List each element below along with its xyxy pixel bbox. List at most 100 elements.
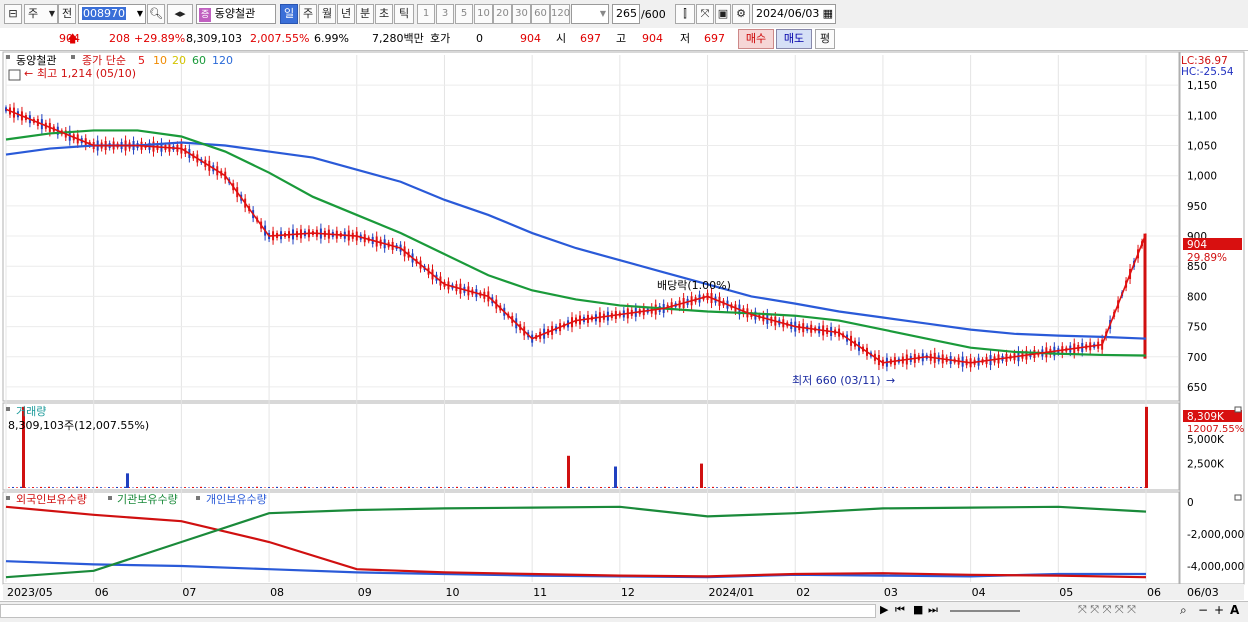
tab-day[interactable]: 일: [280, 4, 298, 24]
horizontal-scrollbar[interactable]: [0, 604, 876, 618]
candle-type-icon[interactable]: ⫿: [675, 4, 695, 24]
volume-bar: [1016, 487, 1018, 488]
volume-bar: [960, 487, 962, 488]
prev-button[interactable]: 전: [58, 4, 76, 24]
volume-bar: [176, 487, 178, 488]
tab-second[interactable]: 초: [375, 4, 393, 24]
gear-icon[interactable]: ⚙: [732, 4, 750, 24]
volume-bar: [908, 487, 910, 488]
calendar-icon[interactable]: ▦: [823, 5, 833, 23]
tab-month[interactable]: 월: [318, 4, 336, 24]
interval-60-button[interactable]: 60: [531, 4, 550, 24]
sell-button[interactable]: 매도: [776, 29, 812, 49]
price-change-rate: +29.89%: [134, 31, 185, 47]
volume-bar: [116, 487, 118, 488]
buy-button[interactable]: 매수: [738, 29, 774, 49]
volume-bar: [600, 487, 602, 488]
volume-bar: [32, 487, 34, 488]
volume-bar: [376, 487, 378, 488]
volume-bar: [856, 487, 858, 488]
stop-icon[interactable]: ■: [913, 603, 923, 616]
volume-bar: [804, 487, 806, 488]
interval-5-button[interactable]: 5: [455, 4, 473, 24]
interval-30-button[interactable]: 30: [512, 4, 531, 24]
volume-bar: [396, 487, 398, 488]
chevron-down-icon: ▼: [137, 5, 143, 23]
volume-bar: [36, 487, 38, 488]
right-arrow-icon: →: [886, 374, 895, 387]
volume-spike: [1145, 407, 1148, 488]
interval-20-button[interactable]: 20: [493, 4, 512, 24]
stock-name-field[interactable]: 증 동양철관: [196, 4, 276, 24]
tab-year[interactable]: 년: [337, 4, 355, 24]
drawing-tools-icon[interactable]: ⤧ ⤧ ⤧ ⤧ ⤧: [1078, 603, 1136, 617]
save-icon[interactable]: ▣: [715, 4, 731, 24]
volume-bar: [1124, 487, 1126, 488]
tab-week[interactable]: 주: [299, 4, 317, 24]
volume-bar: [524, 487, 526, 488]
font-size-icon[interactable]: A: [1230, 603, 1239, 617]
stock-code-input[interactable]: 008970▼: [78, 4, 146, 24]
volume-bar: [428, 487, 430, 488]
volume-bar: [264, 487, 266, 488]
foreign-legend: 외국인보유수량: [16, 493, 87, 506]
volume-bar: [448, 487, 450, 488]
x-tick-label: 2023/05: [7, 586, 53, 599]
crosshair-icon[interactable]: ⤧: [696, 4, 714, 24]
trade-amount: 7,280백만: [372, 31, 424, 47]
high-price: 904: [642, 31, 663, 47]
volume-bar: [876, 487, 878, 488]
chevron-down-icon: ▼: [600, 5, 606, 23]
up-arrow-icon: 🡅: [67, 31, 78, 47]
fast-forward-icon[interactable]: ⏭: [928, 603, 938, 617]
avg-button[interactable]: 평: [815, 29, 835, 49]
window-menu-icon[interactable]: ⊟: [4, 4, 22, 24]
chart-svg[interactable]: 1,1501,1001,0501,00095090085080075070065…: [0, 51, 1248, 601]
volume-bar: [576, 487, 578, 488]
zoom-slider[interactable]: [950, 610, 1020, 612]
data-count-input[interactable]: 265: [612, 4, 640, 24]
x-tick-label: 09: [358, 586, 372, 599]
quote-bar: 904 🡅 208 +29.89% 8,309,103 2,007.55% 6.…: [0, 28, 1248, 51]
panel-bullet-icon: [108, 496, 112, 500]
volume-bar: [108, 487, 110, 488]
search-icon[interactable]: 🔍︎: [147, 4, 165, 24]
tab-tick[interactable]: 틱: [394, 4, 414, 24]
volume-bar: [652, 487, 654, 488]
x-tick-label: 06: [95, 586, 109, 599]
volume-bar: [292, 487, 294, 488]
interval-120-button[interactable]: 120: [550, 4, 570, 24]
volume-bar: [676, 487, 678, 488]
interval-1-button[interactable]: 1: [417, 4, 435, 24]
volume-bar: [380, 487, 382, 488]
zoom-in-icon[interactable]: +: [1214, 603, 1224, 617]
volume-bar: [532, 487, 534, 488]
volume-bar: [1100, 487, 1102, 488]
volume-bar: [708, 487, 710, 488]
volume-bar: [848, 487, 850, 488]
interval-custom-input[interactable]: ▼: [571, 4, 609, 24]
volume-bar: [872, 487, 874, 488]
volume-bar: [552, 487, 554, 488]
tab-minute[interactable]: 분: [356, 4, 374, 24]
zoom-out-icon[interactable]: −: [1198, 603, 1208, 617]
price-tick-label: 950: [1187, 201, 1207, 213]
market-type-select[interactable]: 주▼: [24, 4, 58, 24]
volume-bar: [952, 487, 954, 488]
calculator-icon[interactable]: [9, 70, 20, 80]
rewind-icon[interactable]: ⏮: [895, 603, 905, 617]
speaker-icon[interactable]: ◂▸: [167, 4, 193, 24]
zoom-icon[interactable]: ⌕: [1180, 603, 1187, 618]
chart-area[interactable]: 1,1501,1001,0501,00095090085080075070065…: [0, 51, 1248, 601]
play-icon[interactable]: ▶: [880, 603, 888, 616]
maximize-icon[interactable]: [1235, 407, 1241, 412]
low-label: 저: [680, 31, 690, 47]
maximize-icon[interactable]: [1235, 495, 1241, 500]
volume-bar: [860, 487, 862, 488]
volume-bar: [412, 487, 414, 488]
interval-3-button[interactable]: 3: [436, 4, 454, 24]
holding-panel-frame: [3, 492, 1179, 584]
date-input[interactable]: 2024/06/03▦: [752, 4, 836, 24]
interval-10-button[interactable]: 10: [474, 4, 493, 24]
volume-bar: [408, 487, 410, 488]
